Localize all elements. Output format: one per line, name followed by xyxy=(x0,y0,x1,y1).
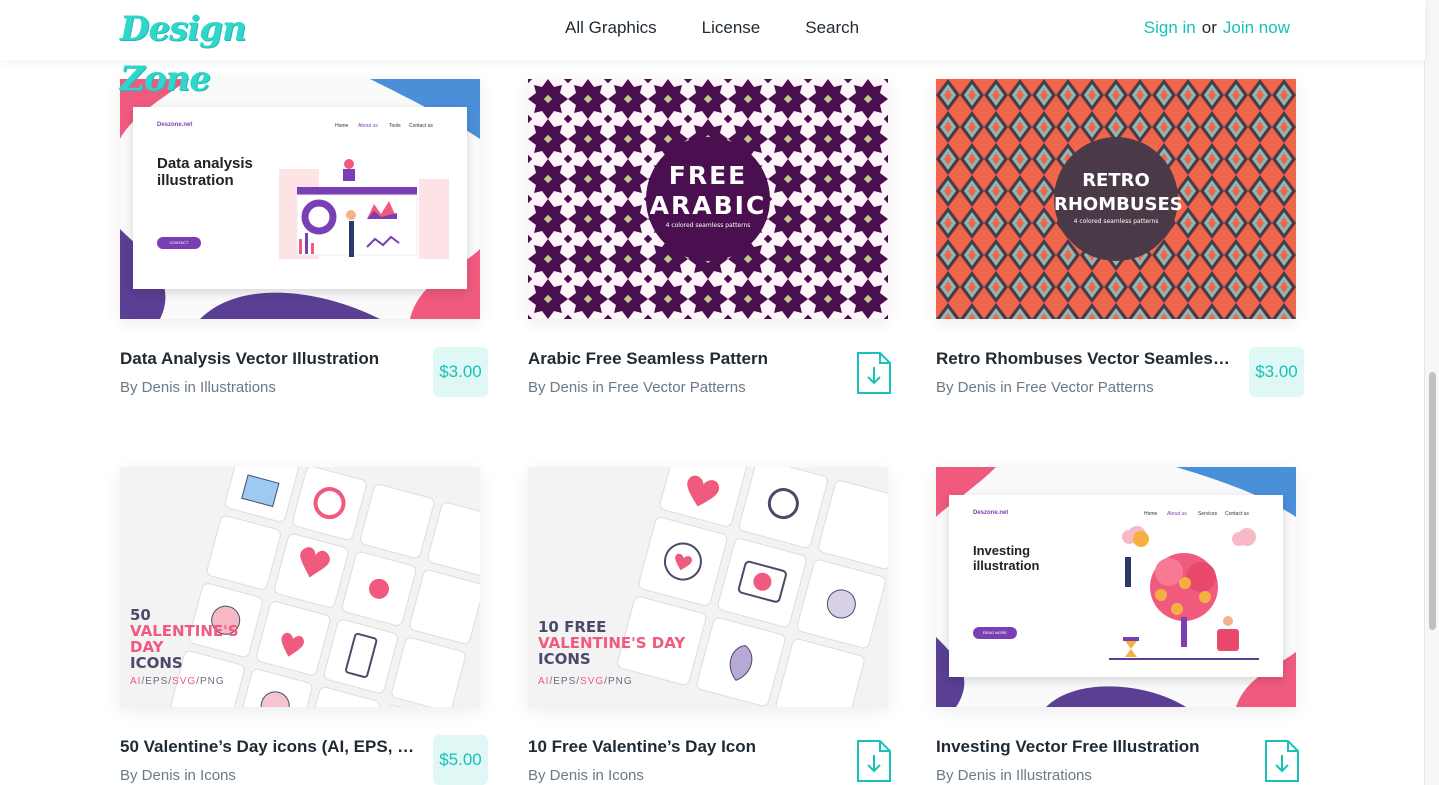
badge-subtitle: 4 colored seamless patterns xyxy=(1073,218,1159,225)
product-title[interactable]: 10 Free Valentine’s Day Icon xyxy=(528,737,833,757)
download-icon[interactable] xyxy=(856,739,892,783)
product-meta[interactable]: By Denis in Illustrations xyxy=(936,767,1092,784)
product-meta[interactable]: By Denis in Free Vector Patterns xyxy=(528,379,746,396)
format-ai: AI xyxy=(538,676,550,687)
download-icon[interactable] xyxy=(856,351,892,395)
website-mockup: Deszone.net Home About us Services Conta… xyxy=(949,495,1283,677)
investing-illustration xyxy=(1109,526,1259,660)
download-icon[interactable] xyxy=(1264,739,1300,783)
mockup-brand: Deszone.net xyxy=(157,122,193,128)
sign-in-link[interactable]: Sign in xyxy=(1144,18,1196,38)
product-meta[interactable]: By Denis in Illustrations xyxy=(120,379,276,396)
format-svg: SVG xyxy=(580,676,605,687)
badge-subtitle: 4 colored seamless patterns xyxy=(665,222,751,229)
mockup-nav-contact: Contact us xyxy=(409,123,433,129)
nav-search[interactable]: Search xyxy=(805,18,859,38)
product-meta[interactable]: By Denis in Icons xyxy=(120,767,236,784)
product-thumbnail[interactable]: Deszone.net Home About us Services Conta… xyxy=(936,467,1296,707)
join-now-link[interactable]: Join now xyxy=(1223,18,1290,38)
product-title[interactable]: Arabic Free Seamless Pattern xyxy=(528,349,833,369)
product-thumbnail[interactable]: RETRO RHOMBUSES 4 colored seamless patte… xyxy=(936,79,1296,319)
format-png: PNG xyxy=(199,676,225,687)
badge-line-2: ARABIC xyxy=(649,191,767,220)
product-thumbnail[interactable]: Deszone.net Home About us Tools Contact … xyxy=(120,79,480,319)
product-thumbnail[interactable]: 50 VALENTINE'S DAY ICONS AI/EPS/SVG/PNG xyxy=(120,467,480,707)
scrollbar-thumb[interactable] xyxy=(1429,372,1436,630)
badge-line-1: RETRO xyxy=(1082,170,1150,191)
thumb-line-3: ICONS xyxy=(538,650,591,668)
auth-separator: or xyxy=(1201,18,1217,37)
badge-line-2: RHOMBUSES xyxy=(1054,194,1183,215)
badge-line-1: FREE xyxy=(668,161,748,190)
product-meta[interactable]: By Denis in Icons xyxy=(528,767,644,784)
mockup-heading-1: Data analysis xyxy=(157,155,253,172)
page-scrollbar[interactable] xyxy=(1424,0,1439,785)
mockup-heading-2: illustration xyxy=(157,172,234,189)
thumb-line-3: DAY xyxy=(130,638,164,656)
mockup-heading-2: illustration xyxy=(973,558,1040,573)
product-meta[interactable]: By Denis in Free Vector Patterns xyxy=(936,379,1154,396)
auth-links: Sign in or Join now xyxy=(1144,0,1290,56)
format-eps: EPS xyxy=(553,676,577,687)
mockup-nav-about: About us xyxy=(358,123,378,129)
format-svg: SVG xyxy=(172,676,197,687)
product-title[interactable]: Retro Rhombuses Vector Seamles… xyxy=(936,349,1241,369)
formats-row: AI/EPS/SVG/PNG xyxy=(538,676,633,687)
product-title[interactable]: Investing Vector Free Illustration xyxy=(936,737,1241,757)
mockup-button: CONTACT xyxy=(157,237,201,249)
price-button[interactable]: $5.00 xyxy=(433,735,488,785)
site-header: Design Zone All Graphics License Search … xyxy=(0,0,1425,99)
mockup-heading-1: Investing xyxy=(973,543,1031,558)
nav-license[interactable]: License xyxy=(702,18,761,38)
mockup-nav-home: Home xyxy=(335,123,349,129)
website-mockup: Deszone.net Home About us Tools Contact … xyxy=(133,107,467,289)
main-nav: All Graphics License Search xyxy=(565,0,904,56)
price-button[interactable]: $3.00 xyxy=(433,347,488,397)
thumb-line-1: 50 xyxy=(130,606,151,624)
site-logo[interactable]: Design Zone xyxy=(120,4,285,99)
thumb-line-2: VALENTINE'S DAY xyxy=(538,634,686,652)
thumb-line-2: VALENTINE'S xyxy=(130,622,239,640)
format-eps: EPS xyxy=(145,676,169,687)
valentine-icons-grid xyxy=(617,467,888,707)
nav-all-graphics[interactable]: All Graphics xyxy=(565,18,657,38)
mockup-button: READ MORE xyxy=(973,627,1017,639)
product-thumbnail[interactable]: 10 FREE VALENTINE'S DAY ICONS AI/EPS/SVG… xyxy=(528,467,888,707)
product-thumbnail[interactable]: FREE ARABIC 4 colored seamless patterns xyxy=(528,79,888,319)
chart-illustration xyxy=(279,159,449,259)
formats-row: AI/EPS/SVG/PNG xyxy=(130,676,225,687)
mockup-brand: Deszone.net xyxy=(973,510,1009,516)
format-png: PNG xyxy=(607,676,633,687)
thumb-line-4: ICONS xyxy=(130,654,183,672)
price-button[interactable]: $3.00 xyxy=(1249,347,1304,397)
thumb-line-1: 10 FREE xyxy=(538,618,607,636)
product-title[interactable]: 50 Valentine’s Day icons (AI, EPS, … xyxy=(120,737,425,757)
format-ai: AI xyxy=(130,676,142,687)
mockup-nav-tools: Tools xyxy=(389,123,401,129)
product-title[interactable]: Data Analysis Vector Illustration xyxy=(120,349,425,369)
